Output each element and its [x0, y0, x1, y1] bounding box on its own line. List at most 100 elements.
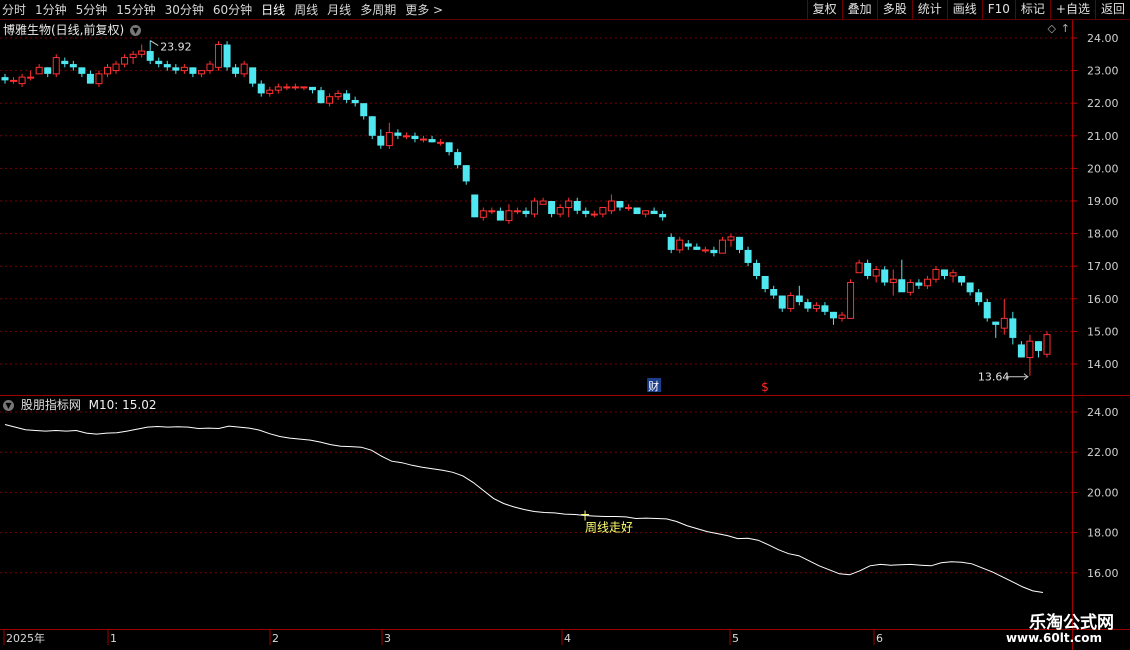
candle-body [146, 51, 154, 61]
candle-body [548, 201, 556, 215]
candle-body [420, 138, 428, 141]
candle-body [582, 210, 590, 215]
dropdown-icon[interactable]: ▼ [130, 25, 142, 36]
candle-body [778, 295, 786, 309]
y-tick-label: 18.00 [1087, 527, 1119, 540]
toolbar-button[interactable]: 叠加 [841, 0, 877, 19]
toolbar-button[interactable]: 标记 [1014, 0, 1050, 19]
toolbar-button[interactable]: +自选 [1049, 0, 1095, 19]
x-tick-label: 6 [876, 632, 883, 645]
candle-body [180, 66, 188, 72]
period-tab[interactable]: 30分钟 [165, 1, 204, 18]
candle-body [966, 282, 974, 293]
candle-body [266, 89, 274, 94]
x-tick-label: 2025年 [6, 631, 45, 645]
candle-body [667, 236, 675, 250]
candle-body [975, 292, 983, 303]
period-tab[interactable]: 更多 > [405, 1, 443, 18]
toolbar-button[interactable]: 画线 [946, 0, 982, 19]
event-dividend-label: $ [761, 380, 769, 394]
min-price-label: 13.64 [978, 371, 1010, 384]
y-tick-label: 18.00 [1087, 228, 1119, 241]
candlestick-series[interactable]: 23.92 13.64 财 $ [1, 40, 1051, 394]
period-toolbar: 分时 1分钟 5分钟 15分钟 30分钟 60分钟 日线 周线 月线 多周期 更多 > 复权 叠加 多股… [0, 0, 1130, 20]
y-tick-label: 22.00 [1087, 446, 1119, 459]
candle-body [479, 210, 487, 218]
candle-body [932, 268, 940, 280]
period-tab[interactable]: 60分钟 [213, 1, 252, 18]
candle-body [787, 295, 795, 310]
y-tick-label: 23.00 [1087, 65, 1119, 78]
candle-body [155, 60, 163, 65]
candle-body [599, 207, 607, 215]
candle-body [829, 311, 837, 319]
candle-body [659, 214, 667, 218]
candle-body [189, 67, 197, 74]
toolbar-button[interactable]: 返回 [1094, 0, 1130, 19]
candle-body [556, 207, 564, 215]
indicator-line[interactable]: 周线走好 [4, 424, 1044, 593]
candle-body [718, 239, 726, 254]
candle-body [531, 200, 539, 215]
candle-body [923, 278, 931, 287]
period-tab[interactable]: 5分钟 [76, 1, 108, 18]
period-tab[interactable]: 1分钟 [35, 1, 67, 18]
toolbar-button[interactable]: 复权 [806, 0, 842, 19]
candle-body [1017, 344, 1025, 358]
candle-body [616, 201, 624, 208]
candle-body [761, 275, 769, 290]
candle-body [445, 142, 453, 153]
max-pointer [149, 40, 159, 47]
candle-body [385, 132, 393, 147]
toolbar-button[interactable]: 统计 [911, 0, 947, 19]
candle-body [1026, 340, 1034, 358]
period-tab[interactable]: 15分钟 [116, 1, 155, 18]
candle-body [642, 210, 650, 215]
candle-body [69, 64, 77, 68]
candle-body [736, 236, 744, 250]
period-tab[interactable]: 周线 [294, 1, 318, 18]
y-tick-label: 20.00 [1087, 162, 1119, 175]
y-tick-label: 14.00 [1087, 358, 1119, 371]
candle-body [172, 67, 180, 71]
candle-body [300, 86, 308, 89]
period-tab[interactable]: 日线 [261, 1, 285, 18]
candle-body [864, 262, 872, 276]
candle-body [206, 63, 214, 72]
candle-body [821, 305, 829, 312]
candle-body [889, 278, 897, 283]
candle-body [240, 63, 248, 75]
candle-body [684, 243, 692, 247]
m10-line [4, 424, 1044, 593]
dropdown-icon[interactable]: ▼ [3, 400, 14, 411]
candle-body [317, 90, 325, 104]
candle-body [138, 50, 146, 55]
candle-body [112, 63, 120, 72]
candle-body [197, 70, 205, 75]
candle-body [488, 210, 496, 213]
toolbar-button[interactable]: F10 [981, 0, 1015, 19]
candle-body [10, 79, 18, 82]
candle-body [847, 282, 855, 319]
candle-body [215, 44, 223, 68]
candle-body [770, 289, 778, 296]
toolbar-button[interactable]: 多股 [876, 0, 912, 19]
candle-body [992, 321, 1000, 325]
candle-body [795, 295, 803, 303]
candle-body [1, 77, 9, 81]
candle-body [394, 132, 402, 136]
candle-body [360, 103, 368, 117]
x-tick-label: 1 [110, 632, 117, 645]
candle-body [291, 86, 299, 89]
diamond-icon[interactable]: ◇ [1048, 22, 1056, 35]
up-arrow-icon[interactable]: ↑ [1061, 22, 1070, 35]
y-tick-label: 15.00 [1087, 325, 1119, 338]
candle-body [78, 67, 86, 74]
period-tab[interactable]: 多周期 [360, 1, 396, 18]
axes: 14.00 15.00 16.00 17.00 18.00 19.00 20.00 21.00… [0, 20, 1130, 650]
max-price-label: 23.92 [160, 41, 192, 54]
candle-body [274, 86, 282, 91]
period-tab[interactable]: 分时 [2, 1, 26, 18]
period-tab[interactable]: 月线 [327, 1, 351, 18]
candle-body [804, 302, 812, 309]
